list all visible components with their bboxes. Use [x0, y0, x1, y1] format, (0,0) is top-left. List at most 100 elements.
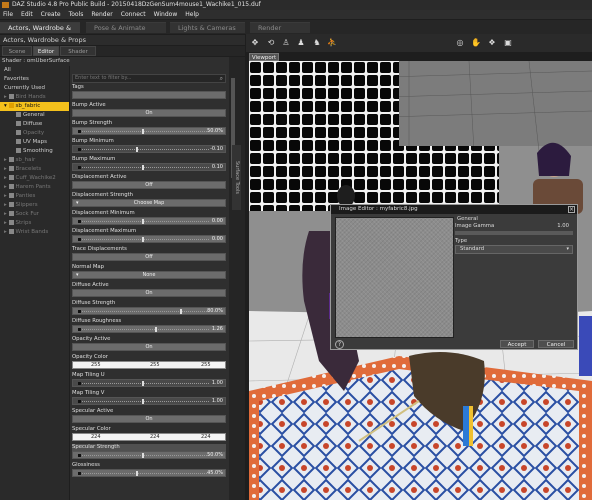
tree-item[interactable]: ▸ sb_hair — [0, 156, 69, 165]
map-dropdown-icon[interactable]: ▾ — [76, 272, 79, 279]
spot-render-icon[interactable]: ❖ — [487, 38, 497, 48]
material-icon — [8, 184, 14, 189]
property-value: 80.0% — [207, 308, 223, 314]
property-value: On — [145, 110, 153, 116]
rotate-tool-icon[interactable]: ⟲ — [266, 38, 276, 48]
tags-field[interactable] — [72, 91, 226, 99]
property-slider[interactable]: 0.00 — [72, 217, 226, 225]
slider-knob[interactable] — [142, 219, 144, 224]
tree-item[interactable]: Smoothing — [0, 147, 69, 156]
property-toggle[interactable]: Off — [72, 253, 226, 261]
slider-knob[interactable] — [142, 399, 144, 404]
tree-item[interactable]: General — [0, 111, 69, 120]
tree-item[interactable]: ▸ Harem Pants — [0, 183, 69, 192]
cancel-button[interactable]: Cancel — [538, 340, 574, 348]
image-gamma-slider[interactable] — [455, 231, 573, 235]
camera-orbit-icon[interactable]: ◎ — [455, 38, 465, 48]
select-figure-icon[interactable]: ⛹ — [327, 38, 337, 48]
close-icon[interactable]: × — [568, 206, 575, 213]
surface-tools-vertical-tab[interactable]: Surface Tools — [232, 145, 241, 210]
tree-item[interactable]: Currently Used — [0, 84, 69, 93]
type-select[interactable]: Standard ▾ — [455, 245, 573, 254]
property-slider[interactable]: 50.0% — [72, 451, 226, 459]
room-tab-3[interactable]: Render — [250, 22, 310, 33]
slider-knob[interactable] — [135, 147, 138, 152]
property-slider[interactable]: 0.00 — [72, 235, 226, 243]
property-slider[interactable]: 45.0% — [72, 469, 226, 477]
tree-item[interactable]: ▸ Bracelets — [0, 165, 69, 174]
tree-item-label: All — [4, 67, 11, 73]
property-slider[interactable]: 1.00 — [72, 397, 226, 405]
menu-render[interactable]: Render — [91, 10, 112, 19]
active-hand-tool-icon[interactable]: ✋ — [471, 38, 481, 48]
slider-knob[interactable] — [142, 381, 144, 386]
slider-knob[interactable] — [135, 471, 138, 476]
property-label: Tags — [72, 84, 84, 90]
property-value: 0.00 — [211, 218, 223, 224]
tree-item[interactable]: Diffuse — [0, 120, 69, 129]
property-slider[interactable]: 80.0% — [72, 307, 226, 315]
tree-item[interactable]: ▸ Slippers — [0, 201, 69, 210]
slider-knob[interactable] — [142, 237, 144, 242]
filter-input[interactable]: Enter text to filter by... ⌕ — [72, 74, 226, 83]
tree-item[interactable]: Opacity — [0, 129, 69, 138]
menu-file[interactable]: File — [3, 10, 13, 19]
tree-item[interactable]: ▸ Cuff_Wachike2 — [0, 174, 69, 183]
tree-item[interactable]: ▸ Strips — [0, 219, 69, 228]
room-tab-1[interactable]: Pose & Animate — [86, 22, 166, 33]
map-dropdown-icon[interactable]: ▾ — [76, 200, 79, 207]
color-swatch-field[interactable]: 255 255 255 — [72, 361, 226, 369]
menu-help[interactable]: Help — [185, 10, 199, 19]
menu-tools[interactable]: Tools — [69, 10, 84, 19]
property-slider[interactable]: 1.00 — [72, 379, 226, 387]
material-icon — [8, 94, 14, 99]
help-button[interactable]: ? — [335, 340, 344, 349]
tree-item[interactable]: UV Maps — [0, 138, 69, 147]
tree-item[interactable]: ▸ Panties — [0, 192, 69, 201]
tree-item[interactable]: ▸ Bird Hands — [0, 93, 69, 102]
menu-create[interactable]: Create — [41, 10, 61, 19]
tree-item-label: Cuff_Wachike2 — [15, 175, 56, 181]
property-slider[interactable]: 0.10 — [72, 163, 226, 171]
tree-item[interactable]: ▸ Wrist Bands — [0, 228, 69, 237]
slider-handle-icon — [78, 310, 81, 313]
pose-figure-icon[interactable]: ♙ — [281, 38, 291, 48]
slider-knob[interactable] — [154, 327, 157, 332]
color-swatch-field[interactable]: 224 224 224 — [72, 433, 226, 441]
room-tab-0[interactable]: Actors, Wardrobe & Props — [0, 22, 80, 43]
room-tab-2[interactable]: Lights & Cameras — [170, 22, 245, 33]
image-map-select[interactable]: Choose Map ▾ — [72, 199, 226, 207]
property-toggle[interactable]: On — [72, 109, 226, 117]
slider-knob[interactable] — [142, 165, 144, 170]
image-map-select[interactable]: None ▾ — [72, 271, 226, 279]
tree-item[interactable]: ▾ sb_fabric — [0, 102, 69, 111]
pane-tab-shader-baker[interactable]: Shader Baker — [60, 46, 96, 65]
tree-item-label: Smoothing — [23, 148, 53, 154]
node-figure-icon[interactable]: ♟ — [296, 38, 306, 48]
tree-item[interactable]: All — [0, 66, 69, 75]
property-toggle[interactable]: On — [72, 415, 226, 423]
accept-button[interactable]: Accept — [500, 340, 534, 348]
property-toggle[interactable]: Off — [72, 181, 226, 189]
move-figure-icon[interactable]: ♞ — [312, 38, 322, 48]
viewport-tab[interactable]: Viewport — [249, 53, 279, 61]
property-toggle[interactable]: On — [72, 343, 226, 351]
select-tool-icon[interactable]: ✥ — [250, 38, 260, 48]
render-icon[interactable]: ▣ — [503, 38, 513, 48]
property-slider[interactable]: -0.10 — [72, 145, 226, 153]
material-icon — [8, 211, 14, 216]
property-slider[interactable]: 1.26 — [72, 325, 226, 333]
slider-handle-icon — [78, 238, 81, 241]
property-toggle[interactable]: On — [72, 289, 226, 297]
slider-knob[interactable] — [142, 129, 144, 134]
slider-knob[interactable] — [142, 453, 144, 458]
menu-edit[interactable]: Edit — [21, 10, 33, 19]
pane-tab-editor[interactable]: Editor — [33, 46, 59, 56]
menu-connect[interactable]: Connect — [121, 10, 146, 19]
slider-knob[interactable] — [180, 309, 183, 314]
property-slider[interactable]: 50.0% — [72, 127, 226, 135]
pane-tab-scene[interactable]: Scene — [2, 46, 32, 56]
tree-item[interactable]: ▸ Sock Fur — [0, 210, 69, 219]
tree-item[interactable]: Favorites — [0, 75, 69, 84]
menu-window[interactable]: Window — [154, 10, 178, 19]
